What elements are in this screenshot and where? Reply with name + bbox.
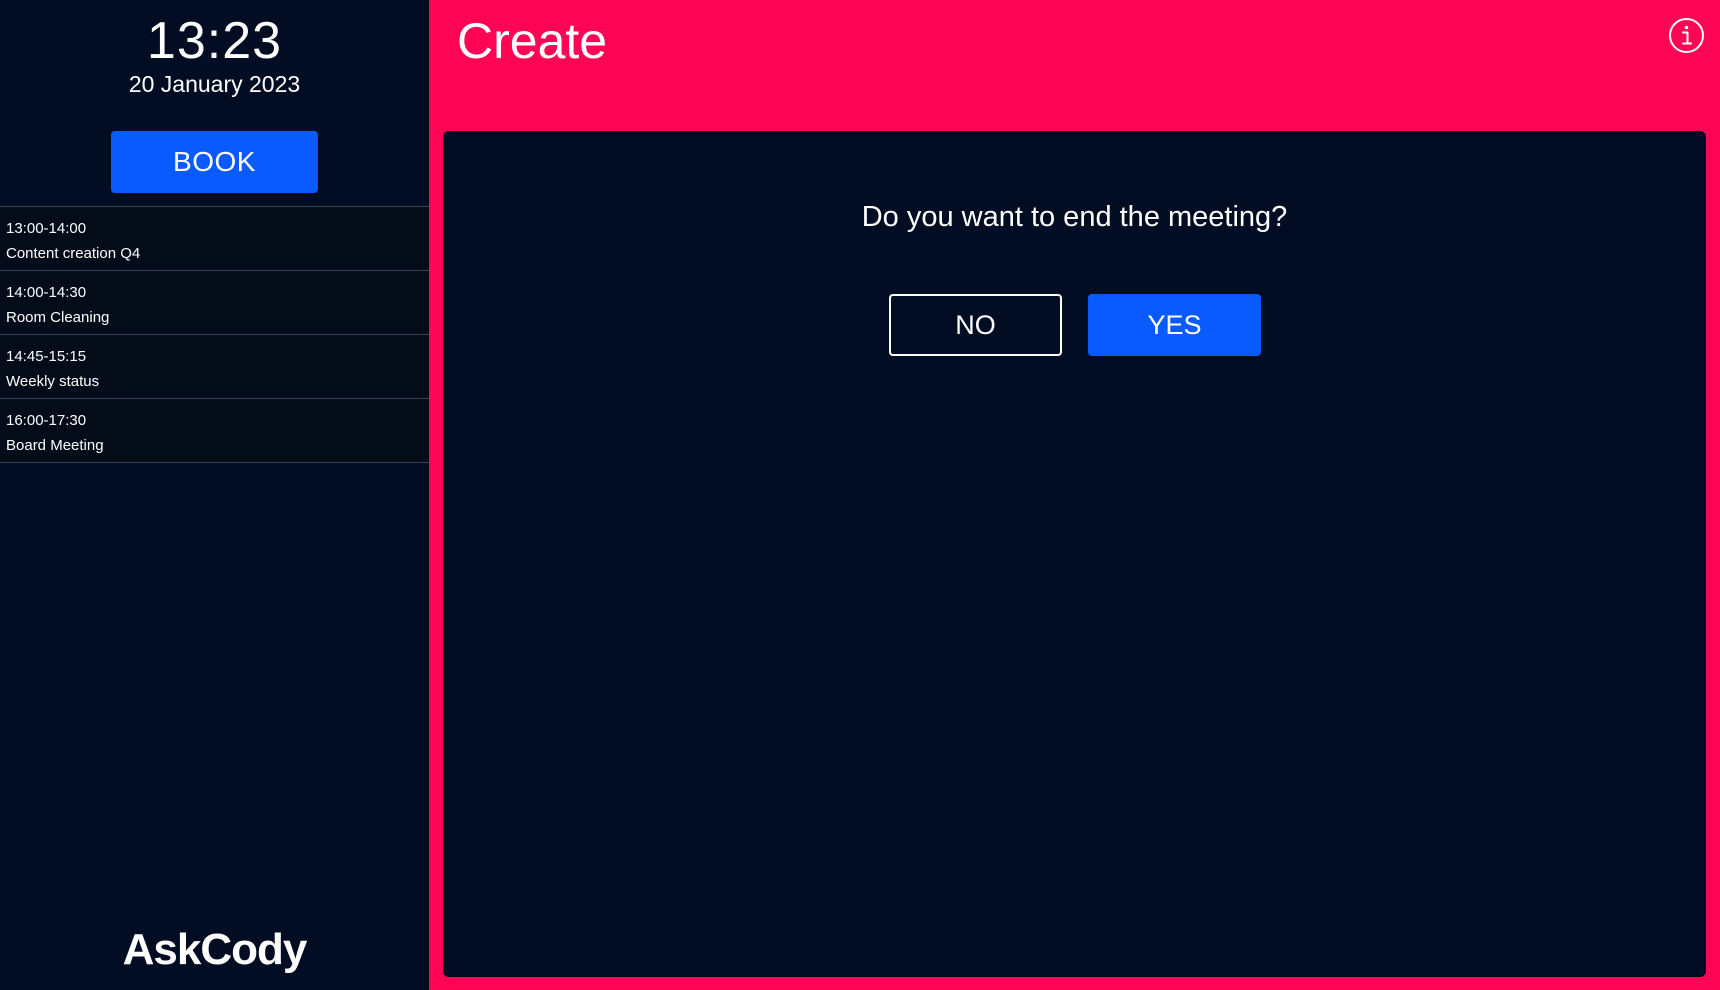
brand-logo: AskCody <box>122 925 308 974</box>
page-title: Create <box>457 13 608 69</box>
book-button[interactable]: BOOK <box>111 131 318 193</box>
no-button[interactable]: NO <box>889 294 1062 356</box>
end-meeting-dialog: Do you want to end the meeting? NO YES <box>443 131 1706 977</box>
schedule-item-title: Weekly status <box>6 373 100 390</box>
schedule-item-time: 14:00-14:30 <box>6 284 87 301</box>
main-area: Create Do you want to end the meeting? N… <box>429 0 1720 990</box>
schedule-item[interactable]: 16:00-17:30 Board Meeting <box>0 399 429 463</box>
schedule-item-time: 16:00-17:30 <box>6 412 87 429</box>
info-icon[interactable] <box>1668 17 1705 54</box>
room-display-app: 13:23 20 January 2023 BOOK 13:00-14:00 C… <box>0 0 1720 990</box>
schedule-item[interactable]: 13:00-14:00 Content creation Q4 <box>0 207 429 271</box>
schedule-item-title: Content creation Q4 <box>6 245 141 262</box>
yes-button[interactable]: YES <box>1088 294 1261 356</box>
schedule-item-time: 13:00-14:00 <box>6 220 87 237</box>
schedule-item[interactable]: 14:45-15:15 Weekly status <box>0 335 429 399</box>
schedule-item-title: Room Cleaning <box>6 309 110 326</box>
meeting-schedule-list: 13:00-14:00 Content creation Q4 14:00-14… <box>0 206 429 463</box>
schedule-item-title: Board Meeting <box>6 437 104 454</box>
current-date: 20 January 2023 <box>128 71 301 97</box>
current-time: 13:23 <box>146 12 283 70</box>
schedule-item-time: 14:45-15:15 <box>6 348 87 365</box>
dialog-question: Do you want to end the meeting? <box>861 201 1288 233</box>
schedule-item[interactable]: 14:00-14:30 Room Cleaning <box>0 271 429 335</box>
sidebar: 13:23 20 January 2023 BOOK 13:00-14:00 C… <box>0 0 429 990</box>
info-icon-graphic <box>1669 18 1704 53</box>
